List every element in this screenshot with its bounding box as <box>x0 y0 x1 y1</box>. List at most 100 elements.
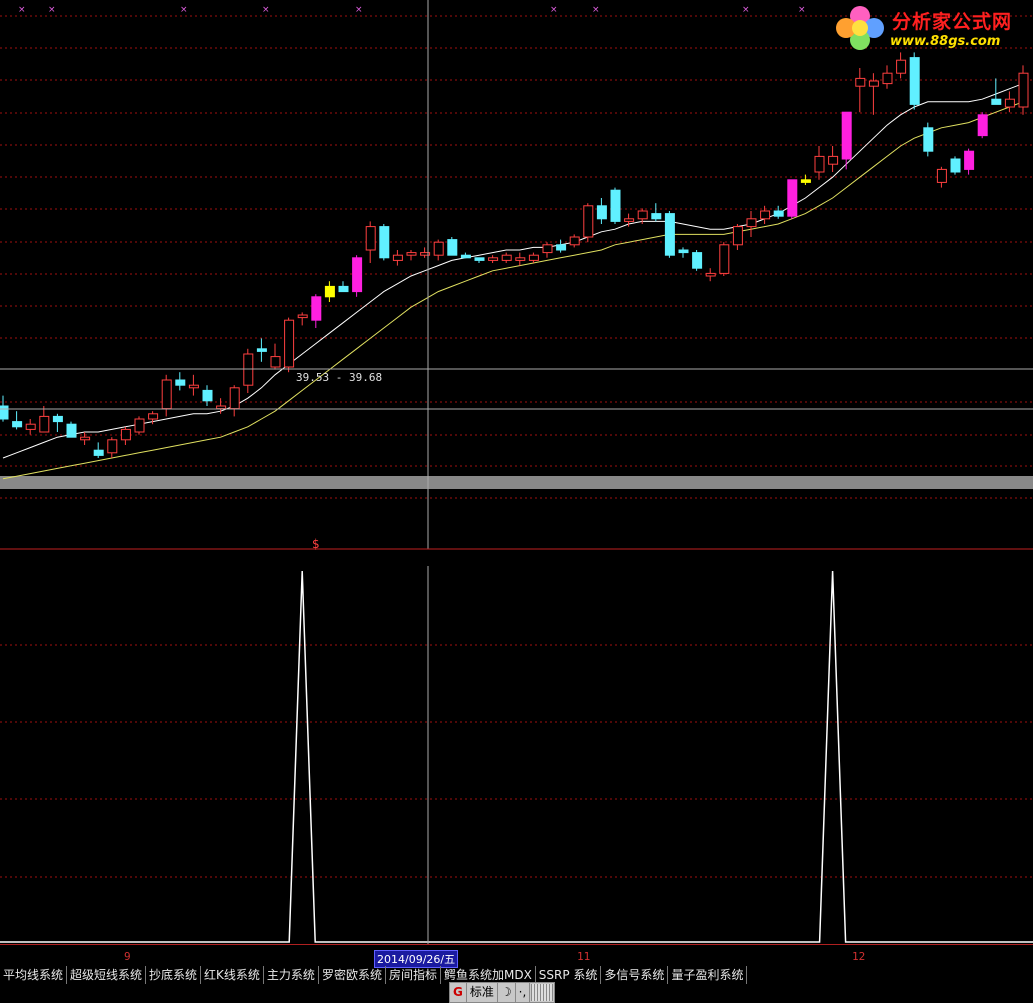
tab-indicator[interactable]: 量子盈利系统 <box>668 966 748 984</box>
signal-marker: $ <box>312 537 320 550</box>
tab-indicator[interactable]: 红K线系统 <box>201 966 264 984</box>
candle[interactable] <box>352 255 363 297</box>
candle[interactable] <box>909 52 920 110</box>
tab-indicator[interactable]: 主力系统 <box>264 966 319 984</box>
candle[interactable] <box>692 250 703 271</box>
candle[interactable] <box>120 426 131 445</box>
candle-body <box>175 379 186 386</box>
candle[interactable] <box>583 203 594 243</box>
candle[interactable] <box>25 419 36 435</box>
candle[interactable] <box>882 65 893 89</box>
candle[interactable] <box>528 252 539 263</box>
candle[interactable] <box>365 221 376 263</box>
candle-body <box>991 98 1002 105</box>
candle[interactable] <box>229 385 240 417</box>
candle[interactable] <box>1004 91 1015 113</box>
candle[interactable] <box>1018 65 1029 115</box>
oscillator-chart[interactable] <box>0 551 1033 944</box>
candle[interactable] <box>447 237 458 256</box>
candle[interactable] <box>392 250 403 266</box>
keyboard-icon[interactable] <box>531 984 554 1001</box>
candle[interactable] <box>746 211 757 237</box>
candle[interactable] <box>800 174 811 185</box>
candle[interactable] <box>284 317 295 373</box>
candle[interactable] <box>161 374 172 417</box>
candle[interactable] <box>134 416 145 435</box>
candle[interactable] <box>324 281 335 302</box>
candle[interactable] <box>868 73 879 115</box>
candle[interactable] <box>814 146 825 180</box>
candle[interactable] <box>964 148 975 175</box>
candle[interactable] <box>460 252 471 259</box>
candle[interactable] <box>556 239 567 253</box>
candle[interactable] <box>896 52 907 79</box>
candle[interactable] <box>379 224 390 261</box>
candle[interactable] <box>243 348 254 393</box>
candle[interactable] <box>705 268 716 282</box>
candle[interactable] <box>991 78 1002 105</box>
candle[interactable] <box>828 146 839 172</box>
candle[interactable] <box>923 122 934 157</box>
candle[interactable] <box>474 257 485 263</box>
signal-tick-icon: × <box>355 5 363 15</box>
candle[interactable] <box>936 166 947 188</box>
candle[interactable] <box>855 68 866 113</box>
tab-indicator[interactable]: 抄底系统 <box>146 966 202 984</box>
logo-url: www.88gs.com <box>890 34 1001 49</box>
candle[interactable] <box>338 281 349 293</box>
candle-body <box>855 77 866 87</box>
candle[interactable] <box>542 242 553 258</box>
candle[interactable] <box>664 211 675 258</box>
candle[interactable] <box>80 432 91 445</box>
candle[interactable] <box>406 250 417 261</box>
candle[interactable] <box>773 205 784 219</box>
candle[interactable] <box>93 442 104 458</box>
candle[interactable] <box>297 312 308 326</box>
candle-body <box>188 384 199 389</box>
signal-tick-icon: × <box>48 5 56 15</box>
tab-indicator[interactable]: 房间指标 <box>386 966 441 984</box>
candle[interactable] <box>52 413 63 432</box>
candle[interactable] <box>107 437 118 458</box>
candle-body <box>80 436 91 441</box>
candle[interactable] <box>569 234 580 248</box>
candle-body <box>338 285 349 293</box>
tab-indicator[interactable]: 平均线系统 <box>0 966 68 984</box>
candle[interactable] <box>678 247 689 258</box>
candle[interactable] <box>515 252 526 266</box>
axis-tick-month: 9 <box>124 950 131 963</box>
ime-mode-button[interactable]: 标准 <box>467 983 498 1002</box>
candle[interactable] <box>488 255 499 263</box>
ime-icon[interactable]: G <box>450 983 467 1002</box>
candle-body <box>515 257 526 261</box>
punctuation-icon[interactable]: ·, <box>516 983 531 1002</box>
candle-body <box>474 257 485 261</box>
candle[interactable] <box>311 294 322 328</box>
candle[interactable] <box>433 239 444 261</box>
tab-indicator[interactable]: 罗密欧系统 <box>319 966 386 984</box>
tab-indicator[interactable]: 多信号系统 <box>601 966 669 984</box>
candle[interactable] <box>202 385 213 406</box>
candle[interactable] <box>175 372 186 391</box>
candle[interactable] <box>12 411 23 430</box>
candle[interactable] <box>188 374 199 396</box>
candle[interactable] <box>501 252 512 263</box>
candle[interactable] <box>270 343 281 370</box>
candle[interactable] <box>977 112 988 139</box>
moon-icon[interactable]: ☽ <box>498 983 516 1002</box>
price-chart[interactable]: × × × × × × × × × $ <box>0 0 1033 550</box>
candle[interactable] <box>719 242 730 276</box>
candle[interactable] <box>596 198 607 224</box>
candle-body <box>814 155 825 173</box>
candle[interactable] <box>66 421 77 438</box>
candle[interactable] <box>610 187 621 224</box>
candle[interactable] <box>256 338 267 362</box>
candle[interactable] <box>39 406 50 433</box>
candle[interactable] <box>651 203 662 222</box>
tab-indicator[interactable]: 超级短线系统 <box>67 966 147 984</box>
candle[interactable] <box>732 224 743 250</box>
candle[interactable] <box>787 179 798 219</box>
candle[interactable] <box>950 156 961 175</box>
candle-body <box>460 254 471 259</box>
candle-body <box>678 249 689 254</box>
